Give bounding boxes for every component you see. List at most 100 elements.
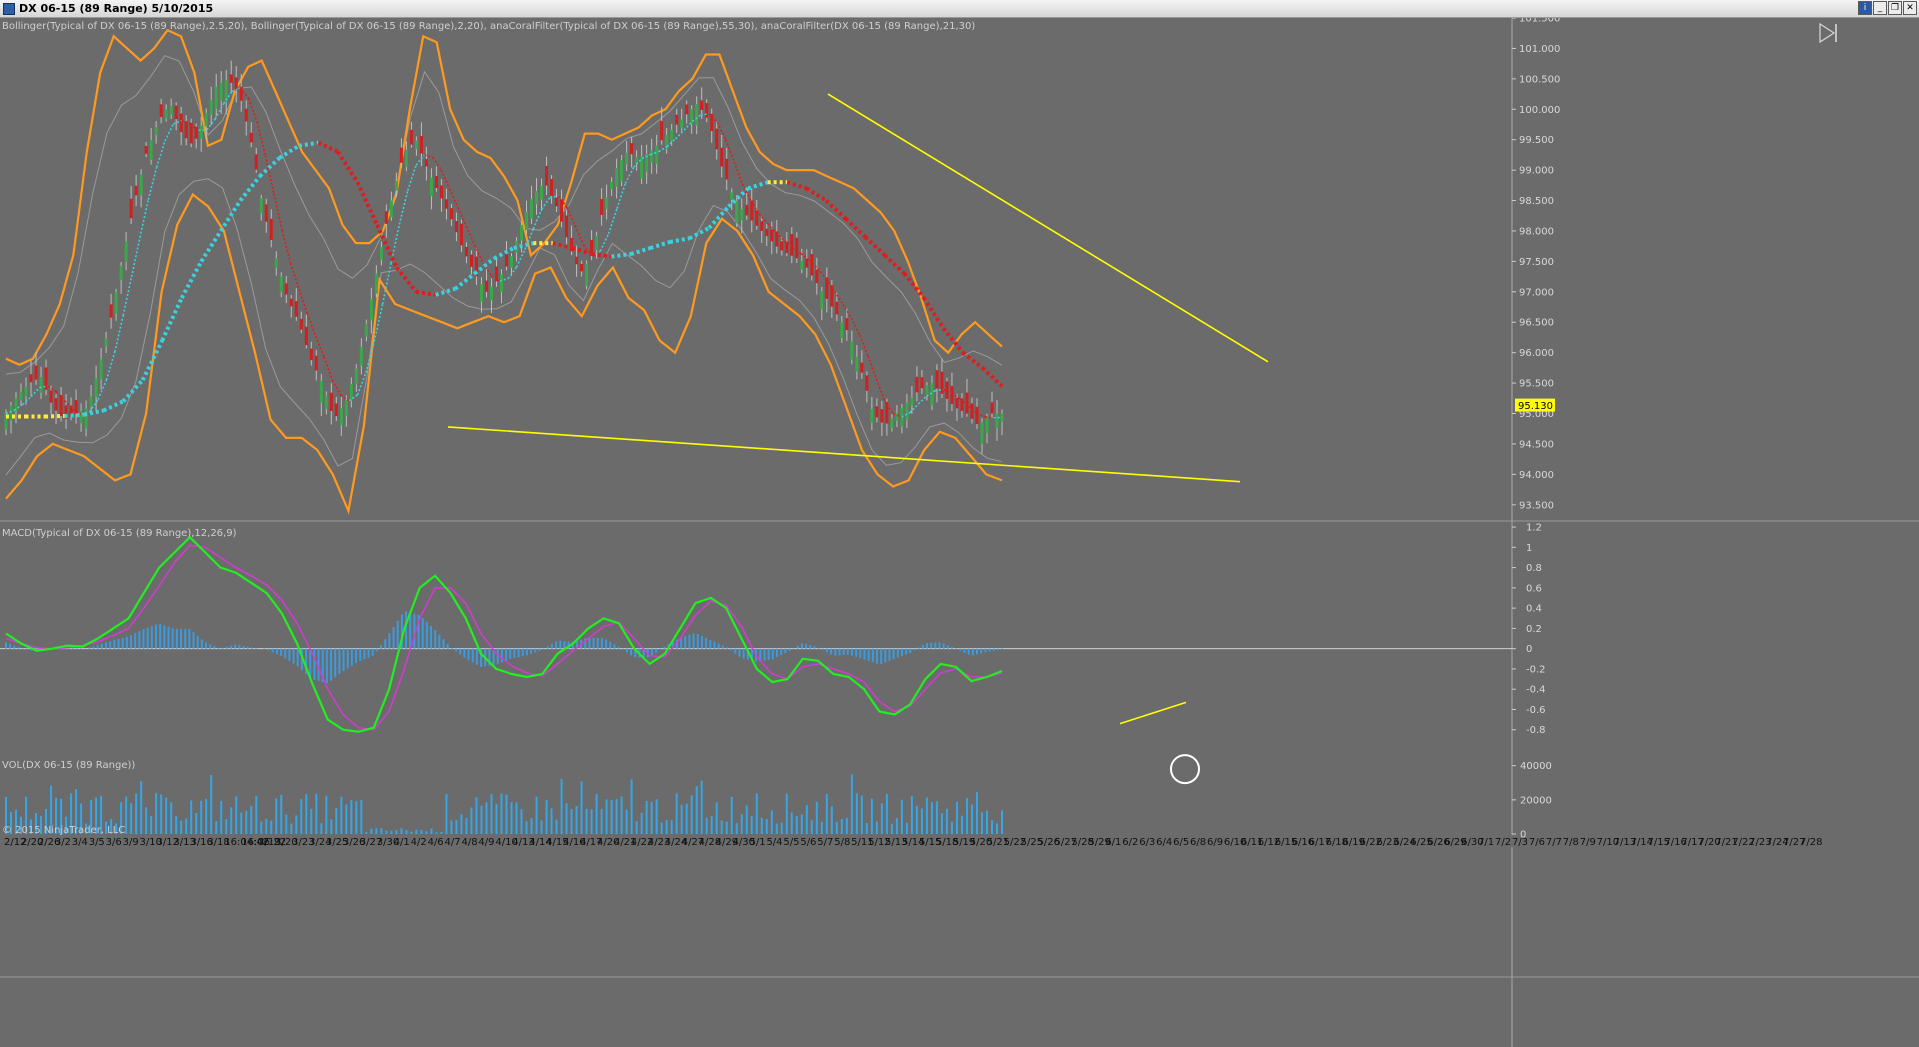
coral-slow-segment bbox=[747, 180, 769, 191]
coral-fast-segment bbox=[850, 317, 861, 336]
candle-body bbox=[770, 229, 774, 242]
candle-body bbox=[394, 180, 398, 191]
coral-slow-segment bbox=[591, 252, 612, 259]
chart-area[interactable]: Bollinger(Typical of DX 06-15 (89 Range)… bbox=[0, 18, 1919, 1047]
x-axis-label: 7/28 bbox=[1800, 837, 1822, 848]
candle-body bbox=[520, 225, 524, 241]
candle-body bbox=[965, 392, 969, 414]
x-axis-label: 4/7 bbox=[445, 837, 461, 848]
candle-body bbox=[680, 119, 684, 129]
candle-body bbox=[820, 291, 824, 309]
info-button[interactable]: i bbox=[1858, 1, 1872, 15]
coral-fast-segment bbox=[381, 263, 392, 305]
coral-fast-segment bbox=[147, 167, 158, 200]
candle-body bbox=[334, 403, 338, 417]
candle-body bbox=[409, 129, 413, 145]
coral-fast-segment bbox=[532, 208, 543, 230]
price-y-tick-label: 94.500 bbox=[1519, 439, 1554, 450]
candle-body bbox=[800, 260, 804, 270]
coral-slow-segment bbox=[44, 413, 65, 419]
candle-body bbox=[274, 258, 278, 269]
candle-body bbox=[449, 208, 453, 220]
candle-body bbox=[79, 411, 83, 424]
candle-body bbox=[114, 292, 118, 314]
candle-body bbox=[795, 237, 799, 259]
coral-fast-segment bbox=[616, 183, 627, 209]
x-axis-label: 6/1 bbox=[1105, 837, 1121, 848]
candle-body bbox=[204, 112, 208, 127]
candle-body bbox=[424, 159, 428, 167]
candle-body bbox=[890, 418, 894, 429]
bollinger-outer-upper bbox=[5, 28, 1003, 367]
candle-body bbox=[535, 191, 539, 205]
x-axis-label: 3/5 bbox=[89, 837, 105, 848]
candle-body bbox=[765, 228, 769, 237]
coral-fast-segment bbox=[97, 379, 108, 400]
restore-button[interactable]: ❐ bbox=[1888, 1, 1902, 15]
coral-fast-segment bbox=[289, 262, 300, 290]
candle-body bbox=[585, 263, 589, 287]
candle-body bbox=[715, 128, 719, 150]
candle-body bbox=[364, 323, 368, 337]
macd-y-tick-label: 0 bbox=[1526, 644, 1532, 655]
coral-slow-segment bbox=[395, 266, 418, 294]
coral-slow-segment bbox=[238, 174, 262, 202]
price-y-tick-label: 101.000 bbox=[1519, 44, 1560, 55]
x-axis-label: 6/4 bbox=[1156, 837, 1172, 848]
coral-slow-segment bbox=[355, 181, 379, 226]
coral-fast-segment bbox=[164, 123, 175, 142]
candle-body bbox=[399, 147, 403, 163]
candle-body bbox=[119, 266, 123, 281]
macd-y-tick-label: 1 bbox=[1526, 543, 1532, 554]
candle-body bbox=[199, 125, 203, 139]
candle-body bbox=[980, 422, 984, 444]
coral-slow-segment bbox=[669, 236, 690, 244]
coral-fast-segment bbox=[130, 237, 141, 277]
candle-body bbox=[459, 223, 463, 246]
candle-body bbox=[895, 413, 899, 421]
minimize-button[interactable]: _ bbox=[1873, 1, 1887, 15]
volume-pane-label: VOL(DX 06-15 (89 Range)) bbox=[2, 760, 135, 771]
coral-fast-segment bbox=[733, 161, 744, 185]
bollinger-inner-upper bbox=[5, 54, 1003, 375]
candle-body bbox=[384, 211, 388, 224]
candle-body bbox=[164, 109, 168, 119]
macd-y-tick-label: -0.4 bbox=[1526, 685, 1546, 696]
macd-y-tick-label: 0.6 bbox=[1526, 583, 1542, 594]
candle-body bbox=[94, 378, 98, 398]
candle-body bbox=[750, 200, 754, 221]
candle-body bbox=[860, 362, 864, 373]
price-y-tick-label: 97.500 bbox=[1519, 257, 1554, 268]
candle-body bbox=[595, 235, 599, 251]
coral-fast-segment bbox=[314, 335, 325, 358]
candle-body bbox=[720, 147, 724, 167]
coral-slow-segment bbox=[649, 240, 671, 250]
candle-body bbox=[299, 318, 303, 330]
candle-body bbox=[865, 375, 869, 391]
x-axis-label: 3/2 bbox=[55, 837, 71, 848]
candle-body bbox=[179, 113, 183, 133]
candle-body bbox=[284, 283, 288, 295]
coral-fast-segment bbox=[306, 313, 317, 337]
candle-body bbox=[244, 108, 248, 122]
candle-body bbox=[670, 129, 674, 141]
coral-fast-segment bbox=[858, 334, 869, 357]
close-button[interactable]: ✕ bbox=[1903, 1, 1917, 15]
candle-body bbox=[434, 175, 438, 188]
macd-y-tick-label: 0.2 bbox=[1526, 624, 1542, 635]
coral-fast-segment bbox=[298, 288, 309, 315]
candle-body bbox=[34, 365, 38, 380]
candle-body bbox=[550, 178, 554, 196]
candle-body bbox=[314, 355, 318, 371]
price-y-tick-label: 100.000 bbox=[1519, 105, 1560, 116]
price-y-tick-label: 97.000 bbox=[1519, 287, 1554, 298]
candle-body bbox=[855, 356, 859, 372]
candle-body bbox=[730, 192, 734, 200]
candle-body bbox=[309, 348, 313, 361]
candle-body bbox=[404, 149, 408, 168]
candle-body bbox=[154, 127, 158, 136]
coral-fast-segment bbox=[331, 379, 342, 396]
macd-y-tick-label: 0.4 bbox=[1526, 604, 1542, 615]
price-y-tick-label: 94.000 bbox=[1519, 470, 1554, 481]
candle-body bbox=[610, 181, 614, 190]
